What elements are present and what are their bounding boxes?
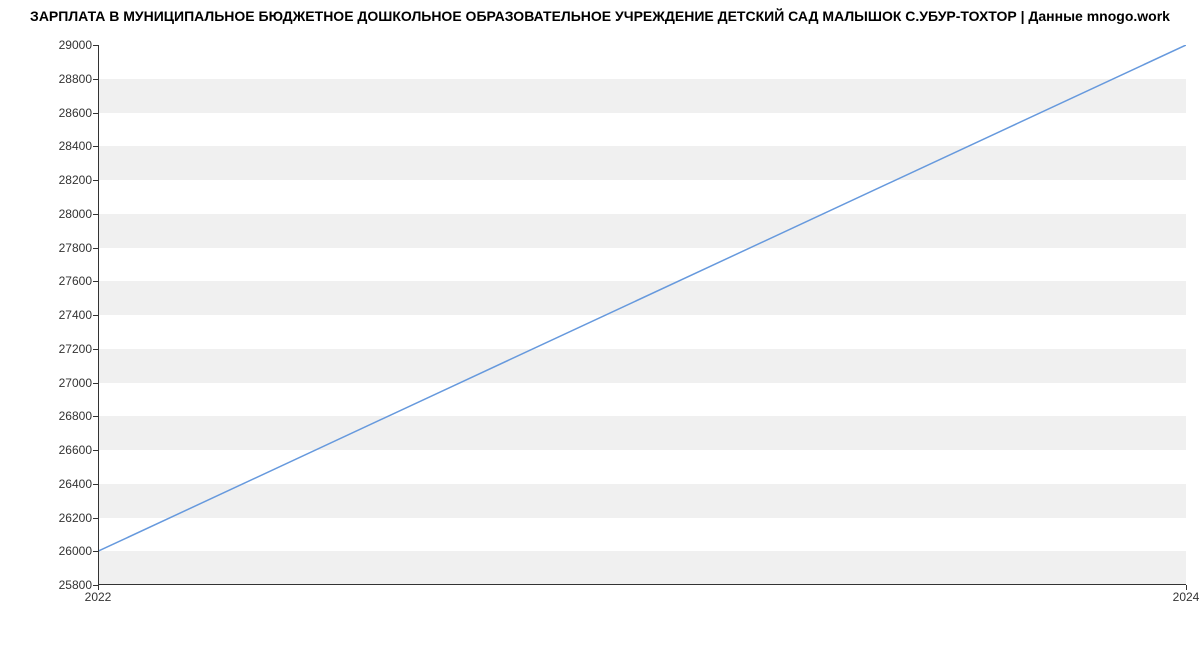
grid-band (98, 416, 1186, 450)
y-tick-label: 26200 (59, 511, 92, 525)
y-tick-mark (93, 450, 98, 451)
y-tick-mark (93, 484, 98, 485)
y-tick-label: 27400 (59, 308, 92, 322)
x-tick-mark (98, 585, 99, 590)
y-tick-label: 26000 (59, 544, 92, 558)
y-tick-mark (93, 45, 98, 46)
y-tick-mark (93, 248, 98, 249)
y-tick-mark (93, 180, 98, 181)
y-tick-mark (93, 349, 98, 350)
grid-band (98, 146, 1186, 180)
y-tick-mark (93, 416, 98, 417)
y-tick-label: 28200 (59, 173, 92, 187)
grid-band (98, 349, 1186, 383)
y-tick-mark (93, 79, 98, 80)
y-tick-label: 28400 (59, 139, 92, 153)
y-tick-mark (93, 315, 98, 316)
y-tick-mark (93, 518, 98, 519)
grid-band (98, 79, 1186, 113)
y-tick-label: 29000 (59, 38, 92, 52)
plot-area (98, 45, 1186, 585)
grid-band (98, 214, 1186, 248)
y-tick-label: 28800 (59, 72, 92, 86)
grid-band (98, 281, 1186, 315)
y-tick-mark (93, 146, 98, 147)
y-tick-label: 26800 (59, 409, 92, 423)
x-tick-mark (1186, 585, 1187, 590)
x-axis-line (98, 584, 1186, 585)
y-tick-label: 26400 (59, 477, 92, 491)
x-tick-label: 2024 (1173, 590, 1200, 604)
chart-container: ЗАРПЛАТА В МУНИЦИПАЛЬНОЕ БЮДЖЕТНОЕ ДОШКО… (0, 0, 1200, 650)
y-tick-label: 28600 (59, 106, 92, 120)
y-axis-line (98, 45, 99, 585)
y-tick-mark (93, 281, 98, 282)
y-tick-label: 28000 (59, 207, 92, 221)
y-tick-mark (93, 214, 98, 215)
y-tick-label: 27600 (59, 274, 92, 288)
chart-title: ЗАРПЛАТА В МУНИЦИПАЛЬНОЕ БЮДЖЕТНОЕ ДОШКО… (30, 8, 1170, 24)
y-tick-label: 27800 (59, 241, 92, 255)
y-tick-label: 27200 (59, 342, 92, 356)
y-tick-mark (93, 551, 98, 552)
y-tick-mark (93, 113, 98, 114)
grid-band (98, 551, 1186, 585)
y-tick-mark (93, 383, 98, 384)
y-tick-label: 27000 (59, 376, 92, 390)
grid-band (98, 484, 1186, 518)
y-tick-label: 26600 (59, 443, 92, 457)
x-tick-label: 2022 (85, 590, 112, 604)
